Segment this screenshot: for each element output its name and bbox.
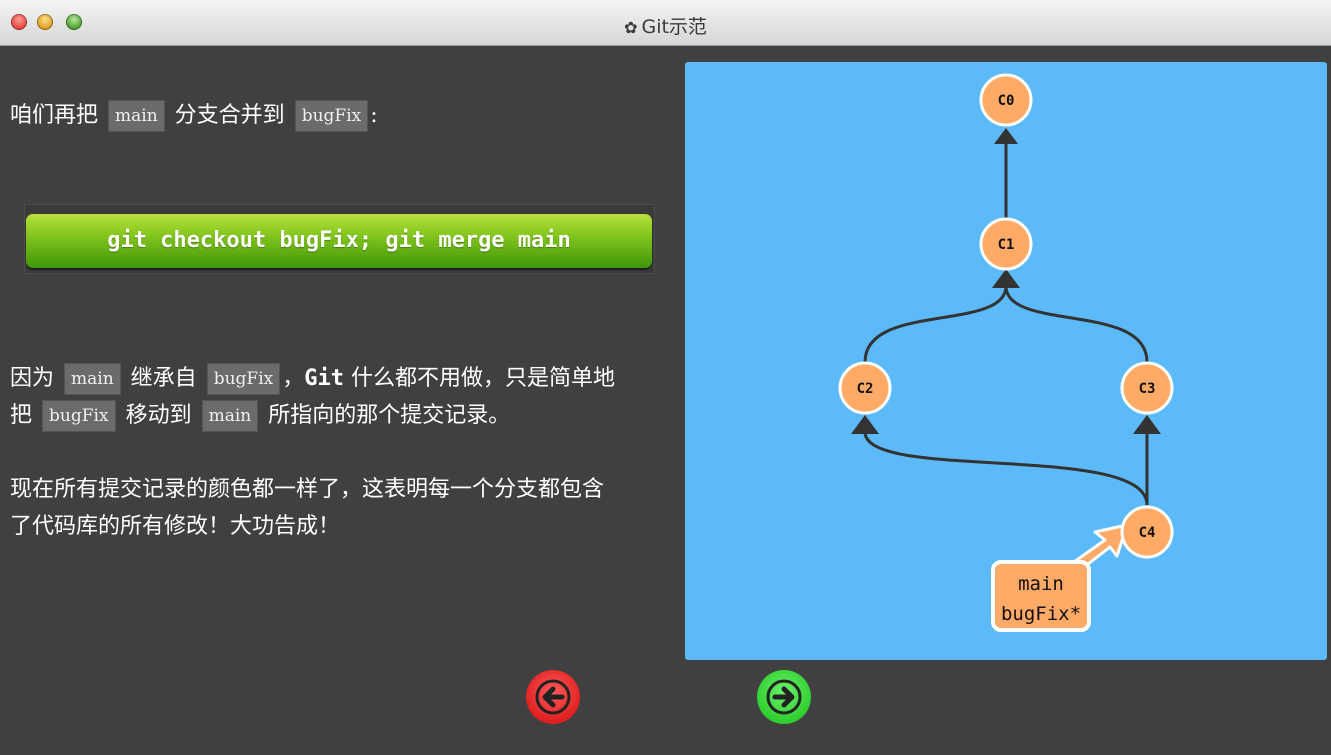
code-main: main xyxy=(64,363,121,395)
explain-text: 因为 xyxy=(10,366,55,391)
commit-label-c4: C4 xyxy=(1139,525,1156,541)
git-graph-visualization: C0 C1 C2 C3 C4 main bugFix* xyxy=(685,62,1327,660)
summary-line-1: 现在所有提交记录的颜色都一样了，这表明每一个分支都包含 xyxy=(10,477,605,502)
git-graph-svg: C0 C1 C2 C3 C4 main bugFix* xyxy=(838,73,1174,632)
gear-icon: ✿ xyxy=(624,18,638,37)
code-bugfix: bugFix xyxy=(42,400,116,432)
intro-text: 咱们再把 xyxy=(10,103,99,128)
intro-paragraph: 咱们再把 main 分支合并到 bugFix: xyxy=(10,97,378,134)
edge-c4-c2 xyxy=(863,431,1149,506)
back-button[interactable] xyxy=(526,670,580,724)
intro-text-end: : xyxy=(370,103,378,128)
explain-text: 移动到 xyxy=(125,403,192,428)
code-main: main xyxy=(201,400,259,432)
explain-text: 继承自 xyxy=(130,366,197,391)
explain-git: Git xyxy=(304,366,344,391)
commit-label-c2: C2 xyxy=(857,381,874,397)
explain-text: 所指向的那个提交记录。 xyxy=(268,403,511,428)
summary-line-2: 了代码库的所有修改！大功告成！ xyxy=(10,514,341,539)
command-container: git checkout bugFix; git merge main xyxy=(24,204,655,274)
window-titlebar: ✿ Git示范 xyxy=(0,0,1331,46)
window-title-text: Git示范 xyxy=(641,16,707,38)
commit-label-c3: C3 xyxy=(1139,381,1156,397)
explain-line-2: 把 bugFix 移动到 main 所指向的那个提交记录。 xyxy=(10,397,615,434)
explain-text: ， xyxy=(282,366,305,391)
intro-text-mid: 分支合并到 xyxy=(174,103,285,128)
code-main: main xyxy=(108,100,165,132)
window-title: ✿ Git示范 xyxy=(0,12,1331,39)
arrowhead-c0 xyxy=(994,128,1018,144)
arrowhead-c1 xyxy=(992,269,1020,288)
edge-c2-c1 xyxy=(863,285,1008,363)
arrow-left-icon xyxy=(535,679,571,715)
commit-label-c1: C1 xyxy=(998,237,1015,253)
commit-label-c0: C0 xyxy=(998,93,1015,109)
explain-line-1: 因为 main 继承自 bugFix ，Git 什么都不用做，只是简单地 xyxy=(10,360,615,397)
arrow-right-icon xyxy=(766,679,802,715)
forward-button[interactable] xyxy=(757,670,811,724)
code-bugfix: bugFix xyxy=(294,100,369,132)
branch-label-main: main xyxy=(1018,573,1064,595)
explain-text: 什么都不用做，只是简单地 xyxy=(351,366,616,391)
command-button[interactable]: git checkout bugFix; git merge main xyxy=(26,214,652,268)
branch-label-bugfix: bugFix* xyxy=(1001,603,1081,625)
code-bugfix: bugFix xyxy=(206,363,281,395)
explain-text: 把 xyxy=(10,403,33,428)
edge-c3-c1 xyxy=(1004,285,1149,363)
arrowhead-c2 xyxy=(851,415,879,434)
summary-paragraph: 现在所有提交记录的颜色都一样了，这表明每一个分支都包含 了代码库的所有修改！大功… xyxy=(10,471,604,545)
explain-paragraph: 因为 main 继承自 bugFix ，Git 什么都不用做，只是简单地 把 bugFix… xyxy=(10,360,615,434)
arrowhead-c3 xyxy=(1133,415,1161,434)
commit-edges xyxy=(863,142,1149,506)
